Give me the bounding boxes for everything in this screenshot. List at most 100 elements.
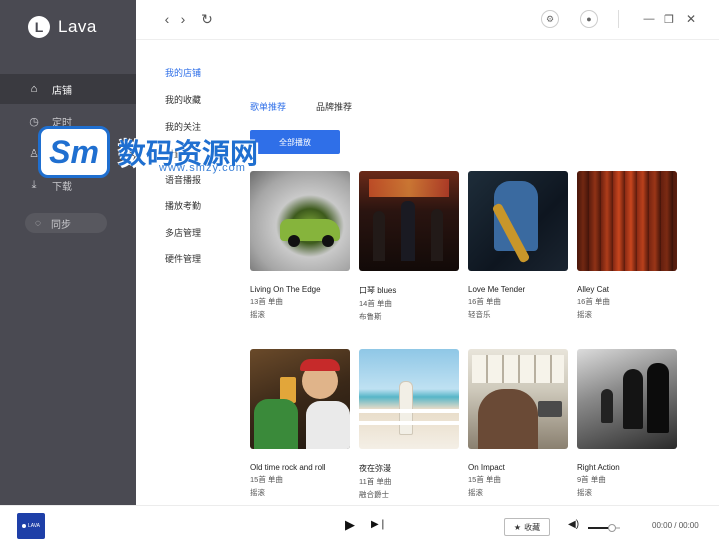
subnav-hardware[interactable]: 硬件管理 — [165, 252, 201, 265]
app-name: Lava — [58, 17, 97, 36]
subnav-attendance[interactable]: 播放考勤 — [165, 199, 201, 212]
refresh-button[interactable]: ↻ — [198, 8, 216, 30]
playlist-count: 11首 单曲 — [359, 477, 392, 486]
playlist-cover[interactable] — [359, 349, 459, 449]
sidebar-item-timer[interactable]: ◷ 定时 — [0, 106, 136, 136]
sidebar-item-download[interactable]: ⤓ 下载 — [0, 170, 136, 200]
playlist-title: 夜在弥漫 — [359, 464, 391, 473]
playlist-card[interactable]: Living On The Edge 13首 单曲 摇滚 — [250, 171, 350, 320]
star-icon: ★ — [513, 522, 522, 532]
volume-knob[interactable] — [608, 524, 616, 532]
window-shape — [472, 355, 564, 383]
sync-label: 同步 — [50, 219, 71, 231]
playlist-cover[interactable] — [250, 349, 350, 449]
sync-icon: ◌ — [35, 217, 41, 229]
playlist-genre: 融合爵士 — [359, 490, 389, 499]
playlist-cover[interactable] — [468, 349, 568, 449]
playlist-title: Old time rock and roll — [250, 463, 326, 472]
playlist-title: Love Me Tender — [468, 285, 526, 294]
maximize-icon: ❐ — [664, 13, 674, 26]
playlist-cover[interactable] — [250, 171, 350, 271]
clock-icon: ◷ — [29, 115, 39, 128]
playlist-genre: 摇滚 — [250, 310, 265, 319]
subnav-settings[interactable]: 设置 — [165, 147, 183, 160]
tab-brand-recommend[interactable]: 品牌推荐 — [316, 100, 352, 113]
playlist-title: Alley Cat — [577, 285, 610, 294]
playlist-cover[interactable] — [359, 171, 459, 271]
person-shape — [306, 401, 350, 449]
sync-button[interactable]: ◌ 同步 — [25, 213, 107, 233]
alley-shade — [577, 171, 677, 271]
maximize-button[interactable]: ❐ — [660, 8, 678, 30]
person-shape — [399, 381, 413, 435]
playlist-title: 口琴 blues — [359, 286, 397, 295]
favorite-label: 收藏 — [524, 522, 541, 532]
subnav-voice[interactable]: 语音播报 — [165, 173, 201, 186]
subnav-favorites[interactable]: 我的收藏 — [165, 93, 201, 106]
singer-silhouette — [401, 201, 415, 261]
playlist-count: 13首 单曲 — [250, 297, 283, 306]
subnav-following[interactable]: 我的关注 — [165, 120, 201, 133]
sidebar-item-label: 下载 — [52, 181, 72, 193]
favorite-button[interactable]: ★ 收藏 — [504, 518, 550, 536]
playlist-genre: 摇滚 — [577, 310, 592, 319]
playlist-card[interactable]: Alley Cat 16首 单曲 摇滚 — [577, 171, 677, 320]
playlist-count: 14首 单曲 — [359, 299, 392, 308]
next-button[interactable]: ▶❘ — [371, 519, 387, 530]
volume-slider[interactable] — [588, 524, 620, 532]
subnav-my-store[interactable]: 我的店铺 — [165, 66, 201, 79]
gear-icon: ⚙ — [545, 13, 555, 24]
subnav-multi-store[interactable]: 多店管理 — [165, 226, 201, 239]
playlist-card[interactable]: On Impact 15首 单曲 摇滚 — [468, 349, 568, 498]
playlist-card[interactable]: 口琴 blues 14首 单曲 布鲁斯 — [359, 171, 459, 322]
logo-icon: L — [28, 16, 50, 38]
playlist-count: 15首 单曲 — [468, 475, 501, 484]
playlist-genre: 摇滚 — [250, 488, 265, 497]
chevron-right-icon: › — [180, 11, 186, 27]
top-bar: ‹ › ↻ ⚙ ● — ❐ ✕ — [136, 0, 719, 40]
close-button[interactable]: ✕ — [682, 8, 700, 30]
forward-button[interactable]: › — [174, 8, 192, 30]
person-shape — [478, 389, 538, 449]
laptop-shape — [538, 401, 562, 417]
cover-dot — [21, 524, 26, 528]
runner-silhouette — [623, 369, 643, 429]
playlist-card[interactable]: Old time rock and roll 15首 单曲 摇滚 — [250, 349, 350, 498]
playlist-count: 16首 单曲 — [468, 297, 501, 306]
playlist-card[interactable]: Love Me Tender 16首 单曲 轻音乐 — [468, 171, 568, 320]
playlist-cover[interactable] — [577, 349, 677, 449]
play-icon: ▶ — [345, 517, 355, 532]
play-all-button[interactable]: 全部播放 — [250, 130, 340, 154]
play-button[interactable]: ▶ — [345, 517, 355, 533]
close-icon: ✕ — [685, 12, 697, 26]
sidebar-item-label: 店铺 — [52, 85, 72, 97]
playlist-cover[interactable] — [468, 171, 568, 271]
settings-button[interactable]: ⚙ — [541, 10, 559, 28]
store-icon: ⌂ — [30, 83, 38, 95]
playlist-card[interactable]: Right Action 9首 单曲 摇滚 — [577, 349, 677, 498]
playlist-cover[interactable] — [577, 171, 677, 271]
playlist-count: 16首 单曲 — [577, 297, 610, 306]
user-icon: ● — [586, 14, 592, 24]
app-logo: L Lava — [28, 16, 97, 38]
download-icon: ⤓ — [31, 178, 37, 191]
musician-silhouette — [373, 211, 385, 261]
tab-playlist-recommend[interactable]: 歌单推荐 — [250, 100, 286, 113]
sidebar-item-mine[interactable]: ♙ 我的 — [0, 138, 136, 168]
sidebar: L Lava ⌂ 店铺 ◷ 定时 ♙ 我的 ⤓ 下载 ◌ 同步 — [0, 0, 136, 505]
playlist-card[interactable]: 夜在弥漫 11首 单曲 融合爵士 — [359, 349, 459, 500]
playlist-genre: 摇滚 — [577, 488, 592, 497]
playback-time: 00:00 / 00:00 — [652, 521, 699, 530]
volume-icon[interactable]: ◀) — [568, 519, 579, 530]
person-shape — [254, 399, 298, 449]
user-icon: ♙ — [29, 147, 39, 160]
now-playing-cover[interactable]: LAVA — [17, 513, 45, 539]
playlist-genre: 摇滚 — [468, 488, 483, 497]
minimize-button[interactable]: — — [640, 8, 658, 30]
cover-label: LAVA — [27, 523, 41, 529]
account-button[interactable]: ● — [580, 10, 598, 28]
playlist-title: Right Action — [577, 463, 620, 472]
cap-shape — [300, 359, 340, 371]
sidebar-item-store[interactable]: ⌂ 店铺 — [0, 74, 136, 104]
sidebar-item-label: 定时 — [52, 117, 72, 129]
